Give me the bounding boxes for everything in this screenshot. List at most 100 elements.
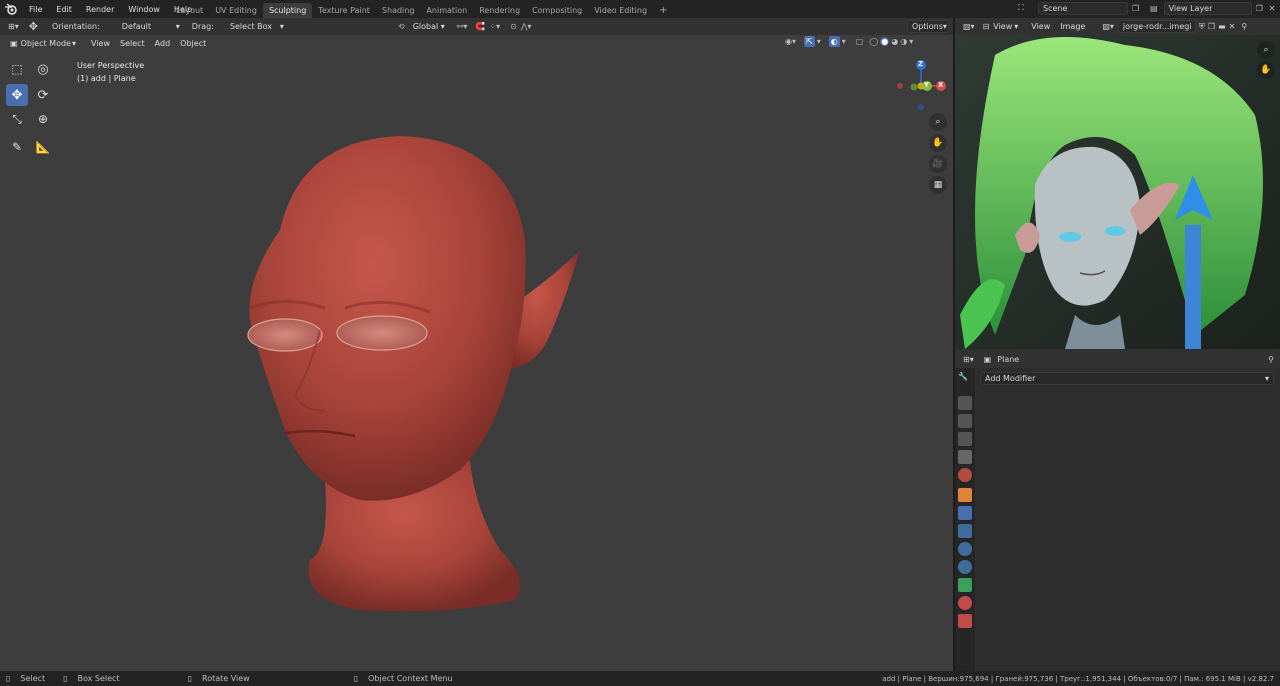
scene-field[interactable]: Scene bbox=[1038, 2, 1128, 15]
chevron-down-icon[interactable]: ▾ bbox=[842, 37, 846, 46]
view-dropdown[interactable]: View bbox=[993, 22, 1012, 31]
object-menu[interactable]: Object bbox=[175, 37, 211, 50]
view-layer-tab-icon[interactable] bbox=[958, 432, 972, 446]
tab-shading[interactable]: Shading bbox=[376, 3, 421, 18]
tab-video-editing[interactable]: Video Editing bbox=[588, 3, 653, 18]
new-view-layer-icon[interactable]: ❐ bbox=[1256, 4, 1263, 13]
tab-animation[interactable]: Animation bbox=[420, 3, 473, 18]
gizmo-neg-z bbox=[918, 104, 924, 110]
image-browse-icon[interactable]: ▨▾ bbox=[1102, 22, 1114, 31]
transform-tool[interactable]: ⊕ bbox=[32, 108, 54, 130]
physics-tab-icon[interactable] bbox=[958, 542, 972, 556]
object-tab-icon[interactable] bbox=[958, 488, 972, 502]
annotate-tool[interactable]: ✎ bbox=[6, 136, 28, 158]
gizmo-toggle-icon[interactable]: ⇱ bbox=[804, 36, 815, 47]
ortho-toggle-button[interactable]: ▦ bbox=[929, 176, 947, 194]
tab-texture-paint[interactable]: Texture Paint bbox=[312, 3, 376, 18]
data-tab-icon[interactable] bbox=[958, 578, 972, 592]
menu-edit[interactable]: Edit bbox=[49, 5, 79, 14]
viewport-shading-controls: ◉▾ ⇱ ▾ ◐ ▾ ▢ ◯ ● ◕ ◑ ▾ bbox=[785, 36, 913, 47]
right-eye bbox=[336, 315, 428, 351]
pan-button[interactable]: ✋ bbox=[929, 134, 947, 152]
new-scene-icon[interactable]: ❐ bbox=[1132, 4, 1139, 13]
navigation-gizmo[interactable]: Z X Y bbox=[893, 58, 949, 114]
orientation-dropdown[interactable]: Default ▾ bbox=[118, 20, 184, 33]
scene-tab-icon[interactable] bbox=[958, 450, 972, 464]
material-shading-icon[interactable]: ◕ bbox=[891, 37, 898, 46]
render-tab-icon[interactable] bbox=[958, 396, 972, 410]
sculpted-head-model[interactable] bbox=[230, 130, 590, 620]
visibility-icon[interactable]: ◉▾ bbox=[785, 37, 796, 46]
pin-icon[interactable]: ⚲ bbox=[1241, 22, 1247, 31]
drag-value: Select Box bbox=[229, 22, 273, 31]
unlink-image-icon[interactable]: ✕ bbox=[1229, 22, 1236, 31]
select-box-tool[interactable]: ⬚ bbox=[6, 58, 28, 80]
fake-user-icon[interactable]: ⛨ bbox=[1199, 22, 1205, 32]
output-tab-icon[interactable] bbox=[958, 414, 972, 428]
transform-orientation-dropdown[interactable]: Global ▾ bbox=[409, 20, 449, 33]
rotate-tool[interactable]: ⟳ bbox=[32, 84, 54, 106]
chevron-down-icon[interactable]: ▾ bbox=[817, 37, 821, 46]
snap-target-icon[interactable]: ⁘▾ bbox=[489, 22, 500, 31]
overlays-icon[interactable]: ◐ bbox=[828, 36, 840, 47]
tab-sculpting[interactable]: Sculpting bbox=[262, 3, 313, 18]
editor-type-icon[interactable]: ⊞▾ bbox=[8, 22, 19, 31]
view-menu[interactable]: View bbox=[1026, 20, 1055, 33]
add-menu[interactable]: Add bbox=[150, 37, 176, 50]
xray-icon[interactable]: ▢ bbox=[856, 37, 864, 46]
tool-tab-icon[interactable]: 🔧 bbox=[958, 372, 972, 386]
measure-tool[interactable]: 📐 bbox=[32, 136, 54, 158]
scale-tool[interactable]: ⤡ bbox=[6, 108, 28, 130]
tab-layout[interactable]: Layout bbox=[170, 3, 209, 18]
chevron-down-icon[interactable]: ▾ bbox=[909, 37, 913, 46]
camera-view-button[interactable]: 🎥 bbox=[929, 155, 947, 173]
particles-tab-icon[interactable] bbox=[958, 524, 972, 538]
tab-rendering[interactable]: Rendering bbox=[473, 3, 526, 18]
editor-type-icon[interactable]: ▨▾ bbox=[963, 22, 975, 31]
texture-tab-icon[interactable] bbox=[958, 614, 972, 628]
modifier-tab-icon[interactable] bbox=[958, 506, 972, 520]
add-workspace-button[interactable]: + bbox=[653, 2, 673, 19]
menu-window[interactable]: Window bbox=[121, 5, 167, 14]
blender-logo-icon[interactable] bbox=[4, 3, 18, 15]
view-mode-icon[interactable]: ⊟ bbox=[983, 22, 990, 31]
zoom-button[interactable]: ⌕ bbox=[929, 113, 947, 131]
solid-shading-icon[interactable]: ● bbox=[880, 37, 890, 46]
material-tab-icon[interactable] bbox=[958, 596, 972, 610]
move-tool[interactable]: ✥ bbox=[6, 84, 28, 106]
open-image-icon[interactable]: ▬ bbox=[1218, 22, 1226, 31]
select-menu[interactable]: Select bbox=[115, 37, 150, 50]
tab-compositing[interactable]: Compositing bbox=[526, 3, 588, 18]
cursor-tool[interactable]: ◎ bbox=[32, 58, 54, 80]
zoom-button[interactable]: ⌕ bbox=[1257, 41, 1275, 59]
tab-uv-editing[interactable]: UV Editing bbox=[209, 3, 263, 18]
pan-button[interactable]: ✋ bbox=[1257, 61, 1275, 79]
image-name-field[interactable]: jorge-rodr...imegirl.jpg bbox=[1117, 20, 1196, 33]
snap-icon[interactable]: 🧲 bbox=[475, 22, 485, 31]
mode-dropdown[interactable]: ▣ Object Mode ▾ bbox=[6, 37, 80, 50]
remove-view-layer-icon[interactable]: ✕ bbox=[1269, 4, 1276, 13]
pivot-point-icon[interactable]: ⚯▾ bbox=[457, 22, 468, 31]
drag-dropdown[interactable]: Select Box ▾ bbox=[226, 20, 288, 33]
pin-icon[interactable]: ⚲ bbox=[1268, 355, 1274, 364]
falloff-icon[interactable]: ⋀▾ bbox=[521, 22, 532, 31]
new-image-icon[interactable]: ❐ bbox=[1208, 22, 1215, 31]
world-tab-icon[interactable] bbox=[958, 468, 972, 482]
scene-icon[interactable]: ⛶ bbox=[1018, 3, 1032, 15]
menu-render[interactable]: Render bbox=[79, 5, 121, 14]
options-dropdown[interactable]: Options ▾ bbox=[907, 20, 949, 33]
view-layer-field[interactable]: View Layer bbox=[1163, 2, 1252, 15]
transform-tool-icon[interactable]: ✥ bbox=[29, 20, 38, 33]
reference-image-area[interactable]: ⌕ ✋ bbox=[955, 35, 1280, 349]
view-layer-icon[interactable]: ▤ bbox=[1150, 4, 1158, 13]
wireframe-shading-icon[interactable]: ◯ bbox=[869, 37, 878, 46]
proportional-edit-icon[interactable]: ⊙ bbox=[510, 22, 517, 31]
rendered-shading-icon[interactable]: ◑ bbox=[900, 37, 907, 46]
menu-file[interactable]: File bbox=[22, 5, 49, 14]
editor-type-icon[interactable]: ⊞▾ bbox=[963, 355, 974, 364]
view-menu[interactable]: View bbox=[86, 37, 115, 50]
add-modifier-dropdown[interactable]: Add Modifier ▾ bbox=[980, 372, 1274, 385]
constraints-tab-icon[interactable] bbox=[958, 560, 972, 574]
image-menu[interactable]: Image bbox=[1055, 20, 1090, 33]
mode-value: Object Mode bbox=[20, 39, 71, 48]
